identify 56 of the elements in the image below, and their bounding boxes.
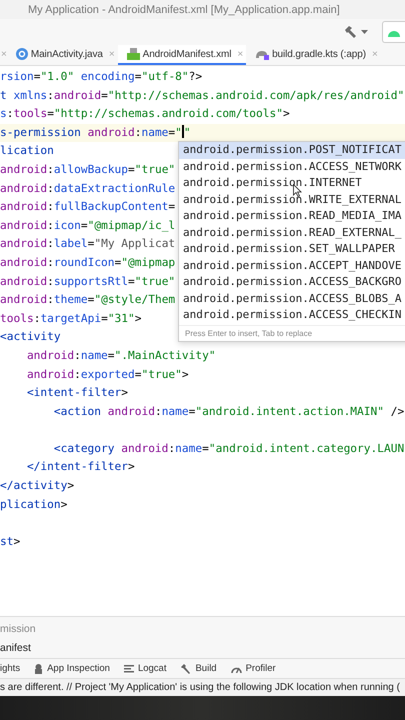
hammer-icon bbox=[180, 664, 192, 674]
code-line: android:label="My Applicat bbox=[0, 237, 176, 250]
lines-icon bbox=[124, 664, 134, 672]
completion-item[interactable]: android.permission.READ_MEDIA_IMA bbox=[179, 208, 405, 224]
code-line: android:fullBackupContent= bbox=[0, 200, 176, 214]
completion-item[interactable]: android.permission.POST_NOTIFICAT bbox=[179, 142, 405, 158]
completion-item[interactable]: android.permission.WRITE_EXTERNAL bbox=[179, 192, 405, 208]
class-icon bbox=[16, 48, 28, 60]
code-line: </activity> bbox=[0, 479, 74, 492]
completion-item[interactable]: android.permission.READ_EXTERNAL_ bbox=[179, 224, 405, 241]
code-line: android:icon="@mipmap/ic_l bbox=[0, 218, 176, 232]
code-line: <intent-filter> bbox=[26, 386, 128, 400]
code-line: android:theme="@style/Them bbox=[0, 293, 176, 306]
code-line: </intent-filter> bbox=[26, 460, 135, 474]
completion-hint: Press Enter to insert, Tab to replace bbox=[179, 324, 405, 340]
editor-tab[interactable]: build.gradle.kts (:app) × bbox=[246, 45, 381, 65]
breadcrumb-item[interactable]: anifest bbox=[0, 639, 405, 658]
tool-window-button[interactable]: Profiler bbox=[230, 663, 276, 674]
completion-item[interactable]: android.permission.SET_WALLPAPER bbox=[179, 241, 405, 258]
code-line: <action android:name="android.intent.action.MAIN" /> bbox=[52, 404, 404, 418]
code-line: android:exported="true"> bbox=[26, 368, 189, 380]
code-line: <category android:name="android.intent.category.LAUN bbox=[52, 442, 404, 455]
code-line: android:roundIcon="@mipmap bbox=[0, 256, 176, 269]
code-line: rsion="1.0" encoding="utf-8"?> bbox=[0, 70, 202, 83]
tool-window-button[interactable]: Logcat bbox=[124, 663, 166, 674]
manifest-file-icon bbox=[126, 48, 140, 60]
code-line: android:allowBackup="true" bbox=[0, 162, 176, 176]
status-message: s are different. // Project 'My Application' is using the following JDK location when running ( bbox=[0, 678, 405, 696]
completion-item[interactable]: android.permission.ACCESS_BACKGRO bbox=[179, 274, 405, 290]
completion-item[interactable]: android.permission.ACCEPT_HANDOVE bbox=[179, 258, 405, 274]
editor-tab[interactable]: AndroidManifest.xml × bbox=[118, 45, 246, 65]
code-line: plication> bbox=[0, 498, 68, 511]
completion-item[interactable]: android.permission.ACCESS_NETWORK bbox=[179, 158, 405, 175]
code-line: android:name=".MainActivity" bbox=[26, 348, 216, 362]
code-line: android:supportsRtl="true" bbox=[0, 274, 176, 288]
code-line: s-permission android:name=" " bbox=[0, 126, 191, 139]
gradle-file-icon bbox=[255, 48, 270, 60]
tool-window-button[interactable]: App Inspection bbox=[34, 663, 110, 674]
tool-window-button[interactable]: ights bbox=[0, 663, 20, 674]
completion-item[interactable]: android.permission.ACCESS_BLOBS_A bbox=[179, 290, 405, 307]
hammer-icon[interactable] bbox=[343, 25, 357, 39]
code-line: st> bbox=[0, 534, 20, 548]
window-title: My Application - AndroidManifest.xml [My_Application.app.main] bbox=[28, 4, 340, 16]
completion-item[interactable]: android.permission.ACCESS_CHECKIN bbox=[179, 307, 405, 324]
code-line: s:tools="http://schemas.android.com/tools"> bbox=[0, 107, 290, 120]
code-line: tools:targetApi="31"> bbox=[0, 312, 142, 325]
gauge-icon bbox=[230, 664, 242, 672]
code-line: android:dataExtractionRule bbox=[0, 182, 176, 195]
code-line: <activity bbox=[0, 330, 61, 344]
caret-icon[interactable] bbox=[361, 30, 368, 34]
inspector-icon bbox=[34, 664, 44, 674]
editor-tab[interactable]: MainActivity.java × bbox=[6, 45, 118, 65]
completion-item[interactable]: android.permission.INTERNET bbox=[179, 175, 405, 192]
code-line: t xmlns:android="http://schemas.android.com/apk/res/android" bbox=[0, 88, 404, 102]
code-line: lication bbox=[0, 144, 54, 158]
tool-window-button[interactable]: Build bbox=[180, 663, 217, 674]
